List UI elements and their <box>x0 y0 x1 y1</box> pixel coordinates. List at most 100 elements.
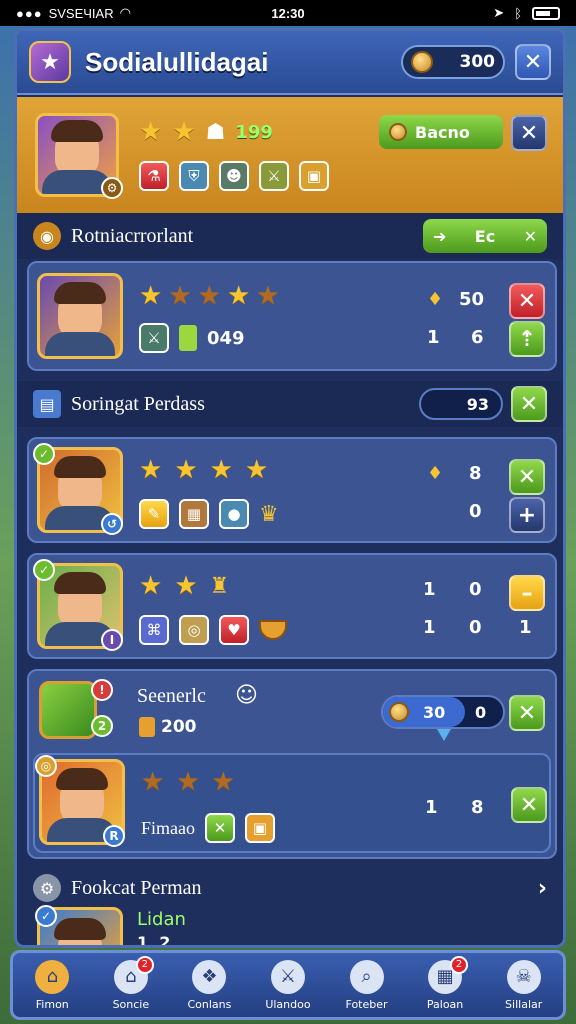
item-count: 049 <box>207 327 245 349</box>
heart-icon: ♥ <box>219 615 249 645</box>
main-panel: ★ Sodialullidagai 300 ✕ ⚙ ★ ★ ☗ 199 ⚗ ⛨ … <box>14 28 566 948</box>
item-row: ⌘ ◎ ♥ <box>139 615 287 645</box>
location-icon: ➤ <box>493 5 505 20</box>
nav-label: Paloan <box>426 997 464 1011</box>
stat-value: 1 <box>519 617 532 638</box>
star-icon: ★ <box>244 455 269 485</box>
list-item[interactable]: ★ ★ ★ ★ ★ ⚔ 049 ♦ 50 1 6 ✕ ⇡ <box>27 261 557 371</box>
close-icon: ✕ <box>517 700 537 726</box>
action-button[interactable]: – <box>509 575 545 611</box>
close-button[interactable]: ✕ <box>515 44 551 80</box>
section-header[interactable]: ⚙ Fookcat Perman › <box>17 865 563 911</box>
notification-badge: 2 <box>135 955 154 974</box>
stat-value: 1 <box>423 617 436 638</box>
rank-badge-icon: ◎ <box>35 755 57 777</box>
stat-value: 1 <box>423 579 436 600</box>
stat-value: 1 <box>427 327 440 348</box>
gear-icon: ⚙ <box>33 874 61 902</box>
rank-badge-icon: ✓ <box>33 559 55 581</box>
section-confirm-button[interactable]: ✕ <box>511 386 547 422</box>
coin-icon <box>411 51 433 73</box>
plus-icon: + <box>517 502 537 528</box>
stat-value: 6 <box>471 327 484 348</box>
star-icon: ★ <box>141 767 165 797</box>
title-bar: ★ Sodialullidagai 300 ✕ <box>17 31 563 95</box>
avatar[interactable] <box>39 681 97 739</box>
hero-close-button[interactable]: ✕ <box>511 115 547 151</box>
confirm-button[interactable]: ✕ <box>509 459 545 495</box>
stat-value: 50 <box>459 289 485 310</box>
nav-item-home[interactable]: ⌂ Fimon <box>15 959 89 1011</box>
class-badge-icon: R <box>103 825 125 847</box>
star-icon: ★ <box>168 281 192 311</box>
potion-icon[interactable]: ⚗ <box>139 161 169 191</box>
nav-item-battle[interactable]: ⚔ Ulandoo <box>251 959 325 1011</box>
star-icon: ★ <box>139 117 163 147</box>
bottom-nav: ⌂ Fimon ⌂ 2 Soncie ❖ Conlans ⚔ Ulandoo ⌕… <box>10 950 566 1020</box>
item-row: Fimaao ✕ ▣ <box>141 813 275 843</box>
nav-label: Foteber <box>345 997 388 1011</box>
nav-item-contacts[interactable]: ❖ Conlans <box>172 959 246 1011</box>
section-action-button[interactable]: ➜ Ec ✕ <box>423 219 547 253</box>
confirm-button[interactable]: ✕ <box>509 695 545 731</box>
alert-badge-icon: ! <box>91 679 113 701</box>
paw-icon: ❖ <box>192 959 227 994</box>
item-name: Fimaao <box>141 817 195 838</box>
item-row: ✎ ▦ ● ♛ <box>139 499 279 529</box>
app-logo-icon: ★ <box>29 41 71 83</box>
rating: ★ ★ ★ ★ ★ <box>139 281 280 311</box>
bluetooth-icon: ᛒ <box>514 5 522 21</box>
nav-item-map[interactable]: ▦ 2 Paloan <box>408 955 482 1011</box>
star-icon: ★ <box>139 571 163 601</box>
star-icon: ★ <box>197 281 221 311</box>
item-name: Lidan <box>137 909 186 930</box>
confirm-button[interactable]: ⇡ <box>509 321 545 357</box>
helmet-icon[interactable]: ☻ <box>219 161 249 191</box>
list-item[interactable]: ◎ R ★ ★ ★ Fimaao ✕ ▣ 1 8 ✕ <box>33 753 551 853</box>
class-badge-icon: I <box>101 629 123 651</box>
sword-icon: ⚔ <box>270 959 305 994</box>
section-header: ▤ Soringat Perdass 93 ✕ <box>17 381 563 427</box>
list-item[interactable]: ✓ I ★ ★ ♜ ⌘ ◎ ♥ 1 0 1 0 1 – <box>27 553 557 659</box>
delete-button[interactable]: ✕ <box>509 283 545 319</box>
class-badge-icon: ↺ <box>101 513 123 535</box>
rank-badge-icon: ⚙ <box>101 177 123 199</box>
star-icon: ★ <box>172 117 196 147</box>
wifi-icon: ◠ <box>119 5 131 20</box>
chest-icon[interactable]: ▣ <box>299 161 329 191</box>
hero-items: ⚗ ⛨ ☻ ⚔ ▣ <box>139 161 329 191</box>
section-header: ◉ Rotniacrrorlant ➜ Ec ✕ <box>17 213 563 259</box>
chevron-right-icon[interactable]: › <box>538 876 547 901</box>
nav-item-profile[interactable]: ☠ Sillalar <box>487 959 561 1011</box>
coin-icon <box>389 702 409 722</box>
gem-icon <box>139 717 155 737</box>
list-item[interactable]: ✓ ↺ ★ ★ ★ ★ ✎ ▦ ● ♛ ♦ 8 0 ✕ + <box>27 437 557 543</box>
close-icon: ✕ <box>519 120 539 146</box>
coin-counter[interactable]: 300 <box>401 45 505 79</box>
action-button[interactable]: Bacno <box>379 115 503 149</box>
token-icon <box>389 123 407 141</box>
rating: ★ ★ ★ ★ <box>139 455 268 485</box>
add-button[interactable]: + <box>509 497 545 533</box>
price-pill[interactable]: 30 0 <box>381 695 505 729</box>
nav-item-search[interactable]: ⌕ Foteber <box>330 959 404 1011</box>
avatar <box>37 273 123 359</box>
shield-icon[interactable]: ⛨ <box>179 161 209 191</box>
stat-value: 0 <box>469 617 482 638</box>
star-icon: ★ <box>139 455 163 485</box>
gem-icon <box>179 325 197 351</box>
item-name: Seenerlc <box>137 685 206 707</box>
rating: ★ ★ ★ <box>141 767 235 797</box>
star-icon: ★ <box>174 571 198 601</box>
nav-label: Sillalar <box>505 997 543 1011</box>
confirm-button[interactable]: ✕ <box>511 787 547 823</box>
close-icon: ✕ <box>523 49 543 75</box>
nav-label: Ulandoo <box>265 997 311 1011</box>
weapon-icon[interactable]: ⚔ <box>259 161 289 191</box>
notification-badge: 2 <box>450 955 469 974</box>
star-icon: ★ <box>139 281 163 311</box>
bowl-icon <box>259 620 287 640</box>
hero-level: 199 <box>235 121 273 143</box>
magnify-icon: ⌕ <box>349 959 384 994</box>
nav-item-house[interactable]: ⌂ 2 Soncie <box>94 955 168 1011</box>
